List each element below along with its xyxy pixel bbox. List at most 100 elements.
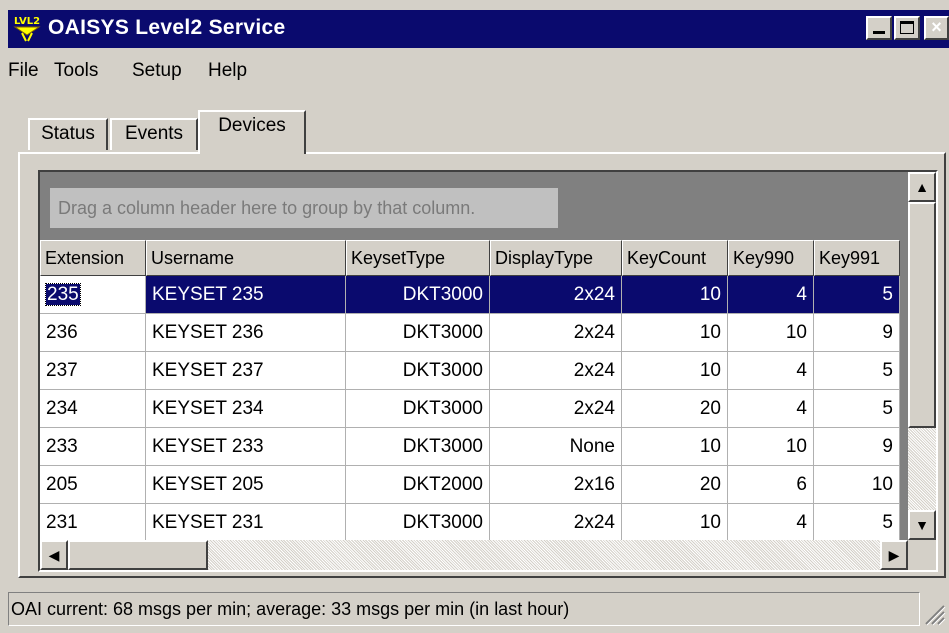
cell-displaytype[interactable]: 2x24 <box>490 352 622 390</box>
scroll-up-button[interactable]: ▲ <box>908 172 936 202</box>
resize-grip-icon[interactable] <box>922 600 946 626</box>
table-row[interactable]: 234 KEYSET 234 DKT3000 2x24 20 4 5 <box>40 390 908 428</box>
cell-key990[interactable]: 10 <box>728 314 814 352</box>
table-row[interactable]: 231 KEYSET 231 DKT3000 2x24 10 4 5 <box>40 504 908 540</box>
horizontal-scrollbar[interactable]: ◀ ▶ <box>40 540 908 570</box>
cell-key991[interactable]: 5 <box>814 276 900 314</box>
cell-extension[interactable]: 236 <box>40 314 146 352</box>
cell-keycount[interactable]: 10 <box>622 352 728 390</box>
cell-username[interactable]: KEYSET 205 <box>146 466 346 504</box>
cell-username[interactable]: KEYSET 234 <box>146 390 346 428</box>
column-header-keycount[interactable]: KeyCount <box>622 240 728 276</box>
cell-keycount[interactable]: 10 <box>622 276 728 314</box>
lvl2-app-icon: LVL2 <box>13 14 41 42</box>
cell-keysettype[interactable]: DKT2000 <box>346 466 490 504</box>
column-header-extension[interactable]: Extension <box>40 240 146 276</box>
table-row[interactable]: 236 KEYSET 236 DKT3000 2x24 10 10 9 <box>40 314 908 352</box>
scroll-right-button[interactable]: ▶ <box>880 540 908 570</box>
cell-keycount[interactable]: 10 <box>622 504 728 540</box>
cell-extension[interactable]: 231 <box>40 504 146 540</box>
menu-tools[interactable]: Tools <box>54 60 98 82</box>
cell-username[interactable]: KEYSET 233 <box>146 428 346 466</box>
cell-username[interactable]: KEYSET 237 <box>146 352 346 390</box>
scroll-down-button[interactable]: ▼ <box>908 510 936 540</box>
cell-keycount[interactable]: 10 <box>622 314 728 352</box>
vertical-scroll-thumb[interactable] <box>908 202 936 428</box>
cell-key990[interactable]: 4 <box>728 504 814 540</box>
table-row[interactable]: 237 KEYSET 237 DKT3000 2x24 10 4 5 <box>40 352 908 390</box>
cell-extension[interactable]: 237 <box>40 352 146 390</box>
close-button[interactable]: × <box>924 16 949 40</box>
cell-displaytype[interactable]: None <box>490 428 622 466</box>
cell-extension[interactable]: 234 <box>40 390 146 428</box>
cell-extension[interactable]: 233 <box>40 428 146 466</box>
table-row[interactable]: 233 KEYSET 233 DKT3000 None 10 10 9 <box>40 428 908 466</box>
close-icon: × <box>931 17 942 37</box>
maximize-icon <box>900 21 914 34</box>
row-filler <box>900 428 908 466</box>
grid-header: Extension Username KeysetType DisplayTyp… <box>40 240 908 276</box>
cell-extension[interactable]: 235 <box>40 276 146 314</box>
group-by-area[interactable]: Drag a column header here to group by th… <box>40 172 908 238</box>
cell-key991[interactable]: 5 <box>814 352 900 390</box>
grid-rows: 235 KEYSET 235 DKT3000 2x24 10 4 5 236 KEYSET 23… <box>40 276 908 540</box>
cell-displaytype[interactable]: 2x24 <box>490 390 622 428</box>
cell-keycount[interactable]: 20 <box>622 466 728 504</box>
cell-keysettype[interactable]: DKT3000 <box>346 504 490 540</box>
cell-username[interactable]: KEYSET 236 <box>146 314 346 352</box>
vertical-scrollbar[interactable]: ▲ ▼ <box>908 172 936 540</box>
column-header-key990[interactable]: Key990 <box>728 240 814 276</box>
cell-key990[interactable]: 10 <box>728 428 814 466</box>
cell-keysettype[interactable]: DKT3000 <box>346 314 490 352</box>
table-row[interactable]: 205 KEYSET 205 DKT2000 2x16 20 6 10 <box>40 466 908 504</box>
column-header-displaytype[interactable]: DisplayType <box>490 240 622 276</box>
column-header-key991[interactable]: Key991 <box>814 240 900 276</box>
cell-keysettype[interactable]: DKT3000 <box>346 428 490 466</box>
cell-key991[interactable]: 9 <box>814 428 900 466</box>
minimize-button[interactable] <box>866 16 892 40</box>
menu-file[interactable]: File <box>8 60 39 82</box>
tab-devices[interactable]: Devices <box>198 110 306 154</box>
svg-text:LVL2: LVL2 <box>14 16 40 27</box>
cell-key990[interactable]: 4 <box>728 352 814 390</box>
cell-username[interactable]: KEYSET 231 <box>146 504 346 540</box>
devices-grid: Drag a column header here to group by th… <box>38 170 938 572</box>
cell-displaytype[interactable]: 2x24 <box>490 314 622 352</box>
tab-status[interactable]: Status <box>28 118 108 150</box>
horizontal-scroll-thumb[interactable] <box>68 540 208 570</box>
menu-help[interactable]: Help <box>208 60 247 82</box>
status-bar: OAI current: 68 msgs per min; average: 3… <box>8 592 920 626</box>
arrow-left-icon: ◀ <box>48 547 60 563</box>
title-bar[interactable]: LVL2 OAISYS Level2 Service × <box>8 10 949 48</box>
cell-key990[interactable]: 4 <box>728 390 814 428</box>
cell-key990[interactable]: 6 <box>728 466 814 504</box>
cell-username[interactable]: KEYSET 235 <box>146 276 346 314</box>
cell-displaytype[interactable]: 2x24 <box>490 276 622 314</box>
focused-cell-text: 235 <box>45 283 81 306</box>
row-filler <box>900 390 908 428</box>
cell-keycount[interactable]: 10 <box>622 428 728 466</box>
column-header-username[interactable]: Username <box>146 240 346 276</box>
cell-key990[interactable]: 4 <box>728 276 814 314</box>
cell-key991[interactable]: 10 <box>814 466 900 504</box>
cell-displaytype[interactable]: 2x24 <box>490 504 622 540</box>
cell-key991[interactable]: 5 <box>814 390 900 428</box>
scroll-left-button[interactable]: ◀ <box>40 540 68 570</box>
cell-key991[interactable]: 9 <box>814 314 900 352</box>
cell-displaytype[interactable]: 2x16 <box>490 466 622 504</box>
cell-keycount[interactable]: 20 <box>622 390 728 428</box>
cell-keysettype[interactable]: DKT3000 <box>346 276 490 314</box>
row-filler <box>900 504 908 540</box>
row-filler <box>900 352 908 390</box>
column-header-keysettype[interactable]: KeysetType <box>346 240 490 276</box>
row-filler <box>900 466 908 504</box>
cell-extension[interactable]: 205 <box>40 466 146 504</box>
menu-setup[interactable]: Setup <box>132 60 182 82</box>
tab-events[interactable]: Events <box>110 118 198 150</box>
cell-keysettype[interactable]: DKT3000 <box>346 352 490 390</box>
maximize-button[interactable] <box>894 16 920 40</box>
cell-keysettype[interactable]: DKT3000 <box>346 390 490 428</box>
arrow-down-icon: ▼ <box>915 517 929 533</box>
cell-key991[interactable]: 5 <box>814 504 900 540</box>
table-row[interactable]: 235 KEYSET 235 DKT3000 2x24 10 4 5 <box>40 276 908 314</box>
